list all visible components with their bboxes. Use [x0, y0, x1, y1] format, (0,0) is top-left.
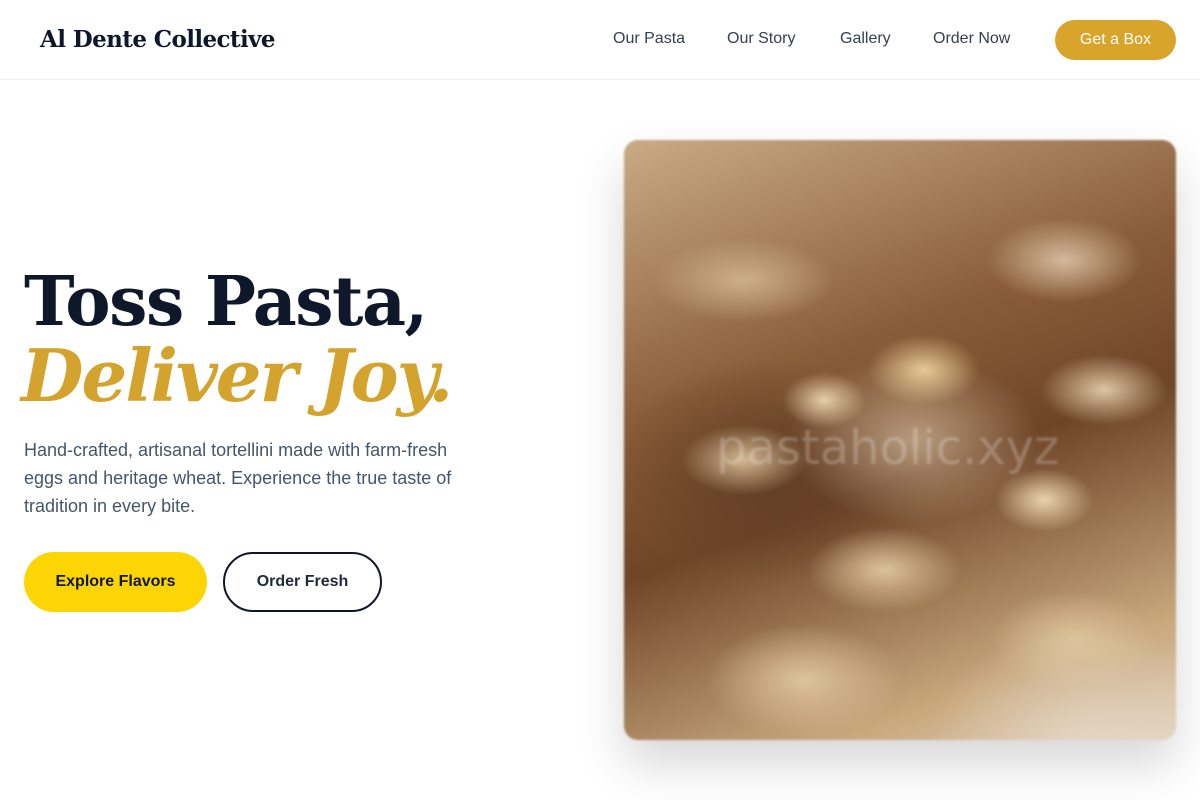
- image-watermark: pastaholic.xyz: [716, 420, 1060, 476]
- explore-flavors-button[interactable]: Explore Flavors: [24, 552, 207, 612]
- nav-item-our-pasta[interactable]: Our Pasta: [613, 30, 685, 48]
- nav-item-gallery[interactable]: Gallery: [840, 30, 891, 48]
- nav-item-order-now[interactable]: Order Now: [933, 30, 1010, 48]
- get-a-box-button[interactable]: Get a Box: [1055, 20, 1176, 60]
- hero-title-line1: Toss Pasta,: [24, 262, 428, 342]
- hero-description: Hand-crafted, artisanal tortellini made …: [24, 440, 452, 516]
- nav-item-our-story[interactable]: Our Story: [727, 30, 795, 48]
- hero-pasta-image: pastaholic.xyz: [624, 140, 1176, 740]
- hero-title-line2: Deliver Joy.: [21, 333, 453, 418]
- order-fresh-button[interactable]: Order Fresh: [223, 552, 382, 612]
- main-nav: Our Pasta Our Story Gallery Order Now: [0, 30, 1200, 50]
- hero-title: Toss Pasta, Deliver Joy.: [21, 262, 453, 418]
- site-header: Al Dente Collective Our Pasta Our Story …: [0, 0, 1200, 80]
